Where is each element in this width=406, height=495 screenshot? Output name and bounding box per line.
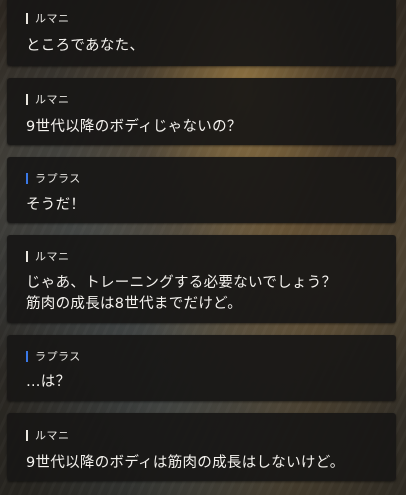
dialogue-text: …は？ [26, 374, 71, 390]
dialogue-entry: ルマニ じゃあ、トレーニングする必要ないでしょう？ 筋肉の成長は8世代までだけど… [7, 235, 396, 323]
dialogue-entry: ルマニ 9世代以降のボディは筋肉の成長はしないけど。 [7, 413, 396, 481]
speaker-name-text: ルマニ [35, 93, 70, 106]
dialogue-text: 9世代以降のボディは筋肉の成長はしないけど。 [26, 455, 345, 471]
speaker-name: ルマニ [26, 248, 70, 264]
speaker-name-text: ルマニ [35, 12, 70, 25]
dialogue-entry: ルマニ 9世代以降のボディじゃないの？ [7, 78, 396, 145]
speaker-name: ルマニ [26, 427, 70, 443]
speaker-color-bar [26, 172, 28, 184]
speaker-name-text: ルマニ [35, 250, 70, 263]
dialogue-entry: ラプラス …は？ [7, 335, 396, 401]
speaker-name-text: ルマニ [35, 429, 70, 442]
speaker-color-bar [26, 250, 28, 262]
speaker-name: ルマニ [26, 91, 70, 107]
speaker-color-bar [26, 429, 28, 441]
dialogue-text: そうだ！ [26, 197, 86, 213]
speaker-name: ラプラス [26, 170, 81, 186]
dialogue-text: 9世代以降のボディじゃないの？ [26, 119, 242, 135]
speaker-color-bar [26, 350, 28, 362]
speaker-color-bar [26, 12, 28, 24]
speaker-name: ルマニ [26, 10, 70, 26]
speaker-name-text: ラプラス [35, 350, 81, 363]
speaker-name: ラプラス [26, 348, 81, 364]
speaker-color-bar [26, 93, 28, 105]
dialogue-entry: ラプラス そうだ！ [7, 157, 396, 223]
dialogue-text: ところであなた、 [26, 38, 145, 54]
dialogue-text: じゃあ、トレーニングする必要ないでしょう？ [26, 275, 337, 291]
dialogue-text: 筋肉の成長は8世代までだけど。 [26, 296, 242, 312]
dialogue-entry: ルマニ ところであなた、 [7, 0, 396, 66]
speaker-name-text: ラプラス [35, 172, 81, 185]
